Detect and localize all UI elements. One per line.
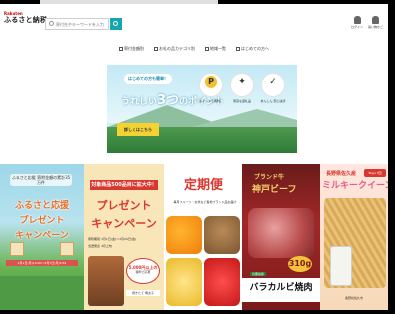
gift-icon [10, 242, 24, 256]
banner-title: 定期便 [184, 178, 224, 193]
banner-turf [0, 276, 84, 310]
banner-date: 4月2日(月)10:00〜5月7日(月)9:59 [6, 260, 78, 266]
nav-item-category[interactable]: お礼の品カテゴリ別 [154, 46, 195, 52]
point-coin-icon: P [199, 73, 223, 97]
gift-box-icon: ✦ [230, 73, 254, 97]
banner-present-campaign[interactable]: 対象商品500品目に拡大中！ プレゼント キャンペーン 寄附期間 3月1日(金)… [84, 164, 164, 310]
banner-period: 寄附期間 3月1日(金)〜3月29日(金) [88, 237, 137, 241]
banner-row: ふるさと応援 寄附金額の累計35万件 ふるさと応援 プレゼント キャンペーン 4… [0, 164, 388, 310]
orange-photo [166, 216, 202, 254]
header-cart[interactable]: 買い物かご [368, 16, 384, 29]
beef-photo [248, 208, 314, 258]
banner-caption: ブランド牛 [254, 174, 285, 181]
banner-kobe-beef[interactable]: ブランド牛 神戸ビーフ 310g 兵庫県産 バラカルビ焼肉 [242, 164, 320, 310]
search-box[interactable] [45, 18, 109, 30]
banner-caption: 長野県佐久産 [326, 171, 357, 177]
nav-item-label: 寄付金額別 [124, 46, 144, 51]
banner-product-name: ミルキークイーン [322, 181, 388, 191]
nav-item-label: 地域一覧 [210, 46, 226, 51]
list-icon [119, 47, 123, 51]
banner-subscription[interactable]: 定期便 毎月フルーツ・お米など各地ブランド品お届け [164, 164, 242, 310]
strawberry-photo [204, 258, 240, 306]
banner-milky-queen[interactable]: 長野県佐久産 5kg×7回 ミルキークイーン 長野県佐久市 [320, 164, 388, 310]
book-icon [236, 47, 240, 51]
header-login-label: ログイン [350, 25, 363, 29]
point-symbol: ✦ [238, 77, 246, 87]
banner-title-line: キャンペーン [15, 231, 69, 241]
nav-item-beginner[interactable]: はじめての方へ [236, 46, 269, 52]
rice-bag-icon [330, 246, 352, 286]
banner-period: 当選発表 4月上旬 [88, 244, 112, 248]
category-icon [154, 47, 158, 51]
site-logo[interactable]: Rakuten ふるさと納税 [4, 12, 47, 24]
nav-item-label: はじめての方へ [241, 46, 269, 51]
nav-item-label: お礼の品カテゴリ別 [159, 46, 195, 51]
point-symbol: P [205, 76, 217, 88]
rice-photo [204, 216, 240, 254]
gift-icon [60, 242, 74, 256]
cart-icon [371, 16, 379, 24]
nav-item-region[interactable]: 地域一覧 [205, 46, 226, 52]
nav-item-amount[interactable]: 寄付金額別 [119, 46, 144, 52]
header-cart-label: 買い物かご [368, 25, 384, 29]
hero-headline-num: 3つ [157, 93, 180, 108]
banner-title-line: キャンペーン [91, 217, 157, 230]
food-photo [88, 256, 124, 306]
banner-product-name: バラカルビ焼肉 [249, 283, 313, 293]
point-label: 豊富な返礼品 [232, 99, 251, 103]
banner-footer: 長野県佐久市 [344, 296, 363, 300]
point-label: あんしん 安心決済 [260, 99, 286, 103]
main-nav: 寄付金額別 お礼の品カテゴリ別 地域一覧 はじめての方へ [0, 46, 388, 52]
origin-label: 兵庫県産 [250, 272, 267, 276]
page: Rakuten ふるさと納税 ログイン 買い物かご 寄付金額別 お礼の品カテゴリ… [0, 4, 388, 310]
banner-furusato-campaign[interactable]: ふるさと応援 寄附金額の累計35万件 ふるさと応援 プレゼント キャンペーン 4… [0, 164, 84, 310]
shield-check-icon: ✓ [261, 73, 285, 97]
hero-headline-pre: うれしい [121, 97, 158, 107]
weight-badge: 5kg×7回 [364, 169, 386, 177]
banner-title-line: ふるさと応援 [14, 201, 69, 211]
search-input[interactable] [56, 20, 108, 29]
melon-photo [166, 258, 202, 306]
logo-main-text: ふるさと納税 [4, 16, 48, 24]
banner-amount-circle: 5,000円以上の 寄附で応募 [126, 258, 160, 284]
header: Rakuten ふるさと納税 ログイン 買い物かご [0, 4, 388, 34]
hero-banner[interactable]: はじめての方も簡単！ うれしい3つのポイント P ポイントで寄附！ ✦ 豊富な返… [107, 65, 297, 153]
banner-badge: 対象商品500品目に拡大中！ [90, 180, 158, 190]
hero-tag: はじめての方も簡単！ [124, 74, 172, 84]
search-button-icon [113, 21, 118, 26]
point-label: ポイントで寄附！ [198, 99, 223, 103]
header-login[interactable]: ログイン [350, 16, 364, 29]
map-pin-icon [205, 47, 209, 51]
weight-badge: 310g [288, 256, 312, 272]
hero-details-button[interactable]: 詳しくはこちら [117, 123, 159, 136]
search-button[interactable] [110, 18, 122, 30]
user-icon [353, 16, 361, 24]
point-symbol: ✓ [269, 77, 277, 87]
banner-title: 神戸ビーフ [252, 185, 297, 195]
banner-subtitle: 毎月フルーツ・お米など各地ブランド品お届け [173, 200, 237, 204]
banner-title-line: プレゼント [96, 199, 152, 212]
banner-caption: ふるさと応援 寄附金額の累計35万件 [10, 174, 72, 186]
banner-footer: 焼きたて 明太子 [126, 290, 160, 296]
banner-title-line: プレゼント [19, 216, 65, 226]
circle-subtext: 寄附で応募 [135, 270, 151, 274]
search-icon [49, 21, 54, 26]
